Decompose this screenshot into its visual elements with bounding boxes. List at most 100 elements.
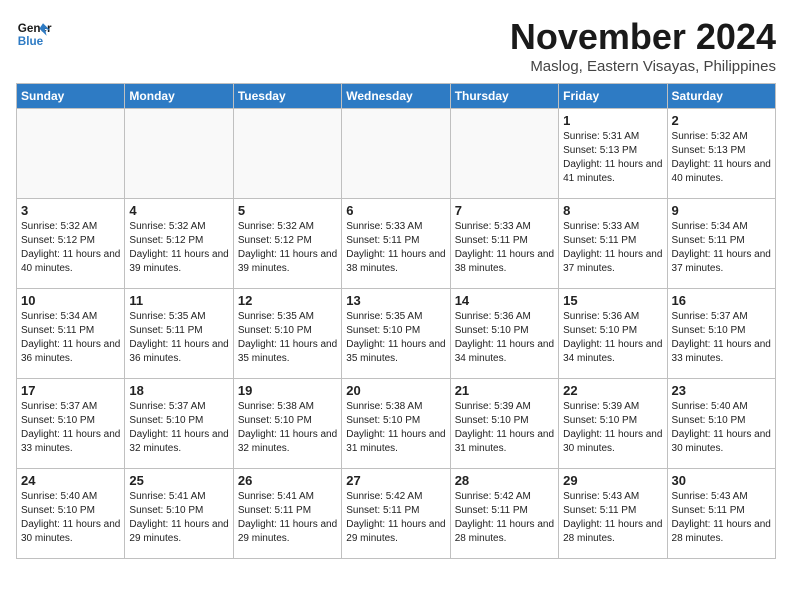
day-number: 2 <box>672 113 771 128</box>
svg-text:Blue: Blue <box>18 35 44 48</box>
weekday-header-row: SundayMondayTuesdayWednesdayThursdayFrid… <box>17 84 776 109</box>
day-info: Sunrise: 5:35 AMSunset: 5:10 PMDaylight:… <box>238 310 337 366</box>
day-info: Sunrise: 5:31 AMSunset: 5:13 PMDaylight:… <box>563 130 662 186</box>
calendar-cell: 27 Sunrise: 5:42 AMSunset: 5:11 PMDayligh… <box>342 469 450 559</box>
day-number: 18 <box>129 383 228 398</box>
day-info: Sunrise: 5:32 AMSunset: 5:12 PMDaylight:… <box>238 220 337 276</box>
calendar-cell: 14 Sunrise: 5:36 AMSunset: 5:10 PMDayligh… <box>450 289 558 379</box>
weekday-header-sunday: Sunday <box>17 84 125 109</box>
day-info: Sunrise: 5:40 AMSunset: 5:10 PMDaylight:… <box>21 490 120 546</box>
calendar-cell: 13Sunrise: 5:35 AMSunset: 5:10 PMDayligh… <box>342 289 450 379</box>
day-number: 26 <box>238 473 337 488</box>
calendar-cell <box>125 109 233 199</box>
location-title: Maslog, Eastern Visayas, Philippines <box>510 58 776 75</box>
calendar-cell: 7Sunrise: 5:33 AMSunset: 5:11 PMDaylight… <box>450 199 558 289</box>
calendar-cell: 23 Sunrise: 5:40 AMSunset: 5:10 PMDayligh… <box>667 379 775 469</box>
calendar-cell: 21 Sunrise: 5:39 AMSunset: 5:10 PMDayligh… <box>450 379 558 469</box>
header: General Blue November 2024 Maslog, Easte… <box>16 16 776 75</box>
day-number: 30 <box>672 473 771 488</box>
calendar-cell: 29 Sunrise: 5:43 AMSunset: 5:11 PMDayligh… <box>559 469 667 559</box>
calendar-cell: 22 Sunrise: 5:39 AMSunset: 5:10 PMDayligh… <box>559 379 667 469</box>
day-number: 8 <box>563 203 662 218</box>
calendar-cell: 1 Sunrise: 5:31 AMSunset: 5:13 PMDaylight… <box>559 109 667 199</box>
month-title: November 2024 <box>510 16 776 58</box>
calendar-cell: 8 Sunrise: 5:33 AMSunset: 5:11 PMDaylight… <box>559 199 667 289</box>
day-info: Sunrise: 5:38 AMSunset: 5:10 PMDaylight:… <box>346 400 445 456</box>
calendar-cell: 24 Sunrise: 5:40 AMSunset: 5:10 PMDayligh… <box>17 469 125 559</box>
day-number: 14 <box>455 293 554 308</box>
day-number: 5 <box>238 203 337 218</box>
calendar-cell: 25Sunrise: 5:41 AMSunset: 5:10 PMDayligh… <box>125 469 233 559</box>
calendar-cell: 6 Sunrise: 5:33 AMSunset: 5:11 PMDaylight… <box>342 199 450 289</box>
calendar-cell <box>233 109 341 199</box>
calendar-cell: 19 Sunrise: 5:38 AMSunset: 5:10 PMDayligh… <box>233 379 341 469</box>
day-info: Sunrise: 5:36 AMSunset: 5:10 PMDaylight:… <box>563 310 662 366</box>
weekday-header-wednesday: Wednesday <box>342 84 450 109</box>
calendar-cell: 20Sunrise: 5:38 AMSunset: 5:10 PMDayligh… <box>342 379 450 469</box>
day-number: 22 <box>563 383 662 398</box>
day-info: Sunrise: 5:41 AMSunset: 5:10 PMDaylight:… <box>129 490 228 546</box>
day-number: 11 <box>129 293 228 308</box>
calendar-cell: 28 Sunrise: 5:42 AMSunset: 5:11 PMDayligh… <box>450 469 558 559</box>
day-number: 1 <box>563 113 662 128</box>
week-row-2: 3 Sunrise: 5:32 AMSunset: 5:12 PMDaylight… <box>17 199 776 289</box>
day-info: Sunrise: 5:34 AMSunset: 5:11 PMDaylight:… <box>672 220 771 276</box>
day-number: 4 <box>129 203 228 218</box>
calendar-cell: 9 Sunrise: 5:34 AMSunset: 5:11 PMDaylight… <box>667 199 775 289</box>
calendar-cell <box>342 109 450 199</box>
day-number: 15 <box>563 293 662 308</box>
calendar-cell: 12 Sunrise: 5:35 AMSunset: 5:10 PMDayligh… <box>233 289 341 379</box>
week-row-1: 1 Sunrise: 5:31 AMSunset: 5:13 PMDaylight… <box>17 109 776 199</box>
calendar-cell <box>17 109 125 199</box>
day-info: Sunrise: 5:36 AMSunset: 5:10 PMDaylight:… <box>455 310 554 366</box>
day-number: 6 <box>346 203 445 218</box>
day-number: 21 <box>455 383 554 398</box>
day-info: Sunrise: 5:42 AMSunset: 5:11 PMDaylight:… <box>346 490 445 546</box>
calendar-cell: 10Sunrise: 5:34 AMSunset: 5:11 PMDayligh… <box>17 289 125 379</box>
day-number: 3 <box>21 203 120 218</box>
day-info: Sunrise: 5:43 AMSunset: 5:11 PMDaylight:… <box>672 490 771 546</box>
day-info: Sunrise: 5:32 AMSunset: 5:13 PMDaylight:… <box>672 130 771 186</box>
calendar-cell: 4Sunrise: 5:32 AMSunset: 5:12 PMDaylight… <box>125 199 233 289</box>
calendar-cell: 15 Sunrise: 5:36 AMSunset: 5:10 PMDayligh… <box>559 289 667 379</box>
day-number: 16 <box>672 293 771 308</box>
day-info: Sunrise: 5:38 AMSunset: 5:10 PMDaylight:… <box>238 400 337 456</box>
calendar-cell: 16 Sunrise: 5:37 AMSunset: 5:10 PMDayligh… <box>667 289 775 379</box>
day-number: 12 <box>238 293 337 308</box>
day-number: 24 <box>21 473 120 488</box>
week-row-3: 10Sunrise: 5:34 AMSunset: 5:11 PMDayligh… <box>17 289 776 379</box>
calendar-cell: 26 Sunrise: 5:41 AMSunset: 5:11 PMDayligh… <box>233 469 341 559</box>
day-number: 19 <box>238 383 337 398</box>
weekday-header-monday: Monday <box>125 84 233 109</box>
day-info: Sunrise: 5:43 AMSunset: 5:11 PMDaylight:… <box>563 490 662 546</box>
day-number: 10 <box>21 293 120 308</box>
day-number: 23 <box>672 383 771 398</box>
day-info: Sunrise: 5:32 AMSunset: 5:12 PMDaylight:… <box>21 220 120 276</box>
day-number: 17 <box>21 383 120 398</box>
day-info: Sunrise: 5:35 AMSunset: 5:11 PMDaylight:… <box>129 310 228 366</box>
weekday-header-thursday: Thursday <box>450 84 558 109</box>
day-number: 7 <box>455 203 554 218</box>
logo-icon: General Blue <box>16 16 52 52</box>
day-info: Sunrise: 5:39 AMSunset: 5:10 PMDaylight:… <box>455 400 554 456</box>
day-number: 9 <box>672 203 771 218</box>
day-info: Sunrise: 5:33 AMSunset: 5:11 PMDaylight:… <box>563 220 662 276</box>
week-row-4: 17 Sunrise: 5:37 AMSunset: 5:10 PMDayligh… <box>17 379 776 469</box>
week-row-5: 24 Sunrise: 5:40 AMSunset: 5:10 PMDayligh… <box>17 469 776 559</box>
calendar-cell: 5 Sunrise: 5:32 AMSunset: 5:12 PMDaylight… <box>233 199 341 289</box>
day-info: Sunrise: 5:37 AMSunset: 5:10 PMDaylight:… <box>21 400 120 456</box>
day-number: 27 <box>346 473 445 488</box>
day-info: Sunrise: 5:42 AMSunset: 5:11 PMDaylight:… <box>455 490 554 546</box>
calendar-cell: 30 Sunrise: 5:43 AMSunset: 5:11 PMDayligh… <box>667 469 775 559</box>
day-info: Sunrise: 5:33 AMSunset: 5:11 PMDaylight:… <box>346 220 445 276</box>
day-info: Sunrise: 5:41 AMSunset: 5:11 PMDaylight:… <box>238 490 337 546</box>
day-info: Sunrise: 5:37 AMSunset: 5:10 PMDaylight:… <box>672 310 771 366</box>
logo: General Blue <box>16 16 52 52</box>
day-info: Sunrise: 5:39 AMSunset: 5:10 PMDaylight:… <box>563 400 662 456</box>
day-info: Sunrise: 5:40 AMSunset: 5:10 PMDaylight:… <box>672 400 771 456</box>
calendar-cell: 11 Sunrise: 5:35 AMSunset: 5:11 PMDayligh… <box>125 289 233 379</box>
day-number: 29 <box>563 473 662 488</box>
day-info: Sunrise: 5:35 AMSunset: 5:10 PMDaylight:… <box>346 310 445 366</box>
day-number: 28 <box>455 473 554 488</box>
calendar-table: SundayMondayTuesdayWednesdayThursdayFrid… <box>16 83 776 559</box>
